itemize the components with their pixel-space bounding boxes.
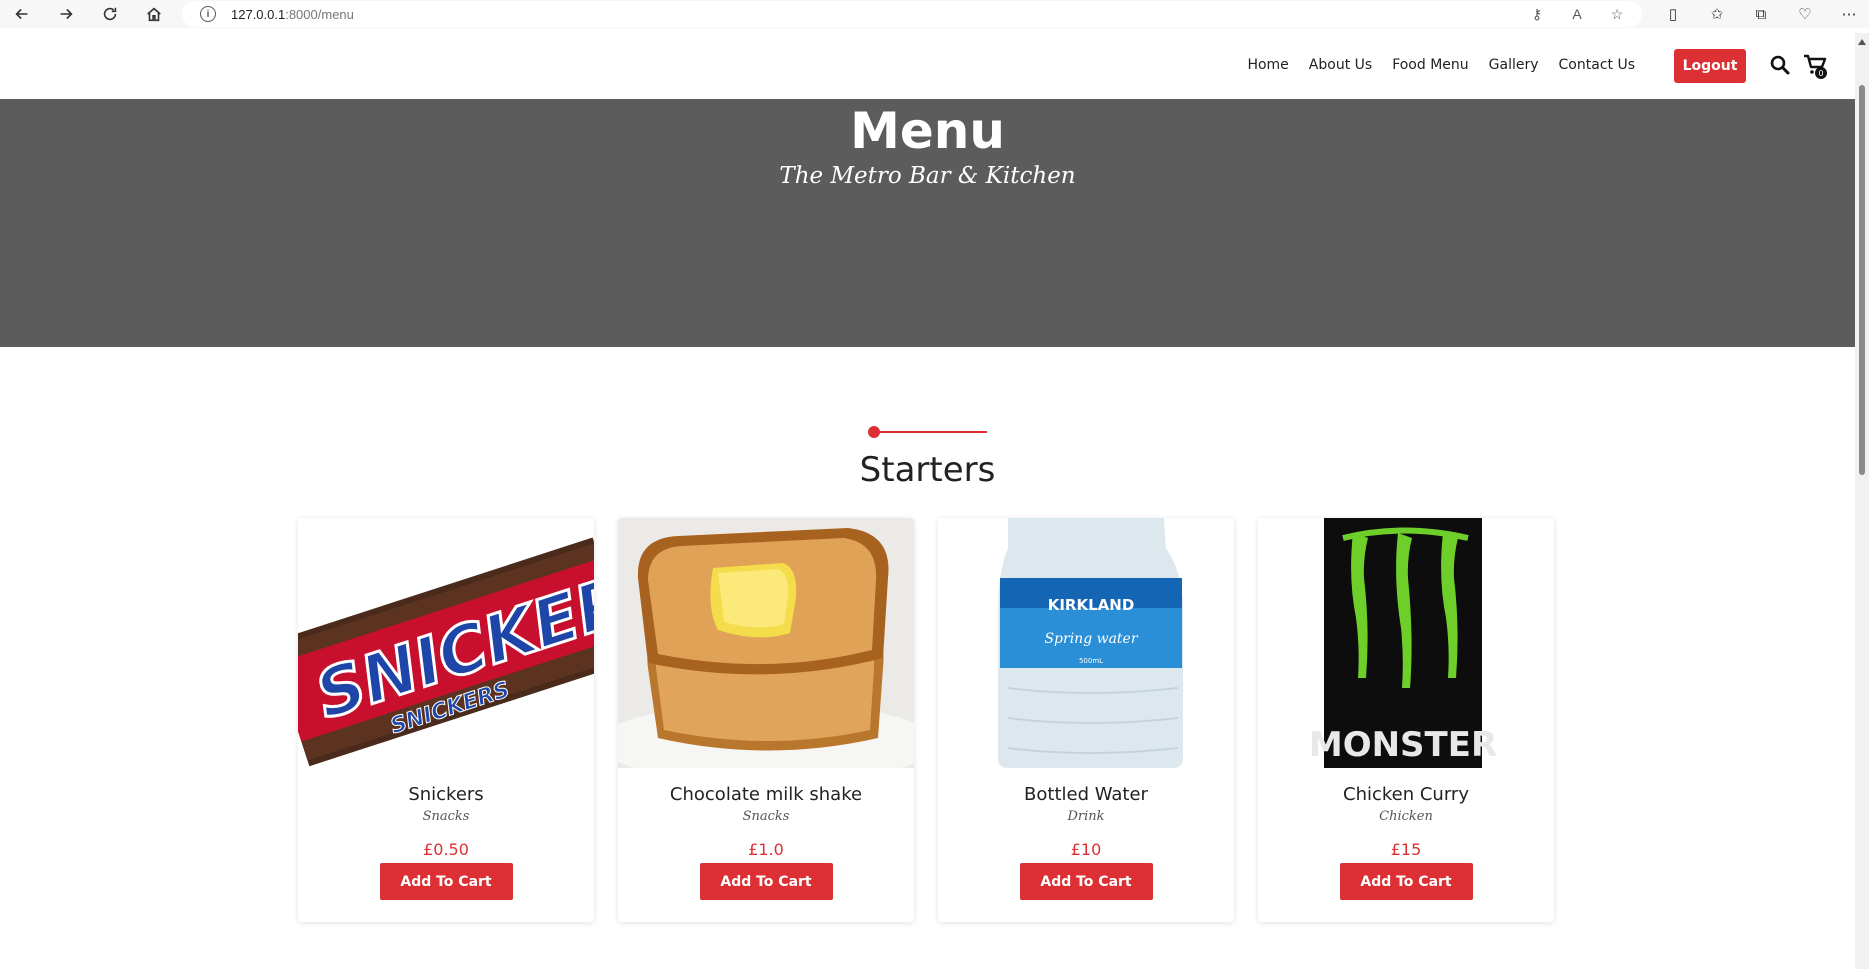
buttered-toast-image [618,518,914,768]
nav-about-us[interactable]: About Us [1299,55,1382,75]
product-card: SNICKERS SNICKERS Snickers Snacks £0.50 … [298,518,594,922]
nav-gallery[interactable]: Gallery [1479,55,1549,75]
cart-count-badge: 0 [1815,67,1827,79]
product-card: MONSTER Chicken Curry Chicken £15 Add To… [1258,518,1554,922]
scroll-up-arrow-icon[interactable] [1858,39,1866,45]
page-title: Menu [850,102,1005,160]
product-price: £15 [1390,840,1422,859]
home-button[interactable] [132,0,176,28]
collections-icon[interactable]: ⧉ [1751,4,1771,24]
main-nav: Home About Us Food Menu Gallery Contact … [1237,55,1645,75]
logout-button[interactable]: Logout [1674,49,1746,83]
section-divider-decoration [868,426,987,438]
svg-text:MONSTER: MONSTER [1309,725,1497,765]
add-to-cart-button[interactable]: Add To Cart [699,863,833,900]
reload-icon [103,7,117,21]
svg-text:Spring water: Spring water [1044,631,1138,647]
monster-can-image: MONSTER [1258,518,1554,768]
back-button[interactable] [0,0,44,28]
scrollbar-thumb[interactable] [1859,85,1865,475]
split-screen-icon[interactable]: ▯ [1663,4,1683,24]
read-aloud-icon[interactable]: A [1568,5,1586,23]
extensions-icon[interactable]: ♡ [1795,4,1815,24]
add-to-cart-button[interactable]: Add To Cart [379,863,513,900]
product-price: £10 [1070,840,1102,859]
product-name: Chicken Curry [1343,784,1469,805]
page-subtitle: The Metro Bar & Kitchen [779,163,1076,189]
product-category: Chicken [1379,809,1433,824]
product-name: Chocolate milk shake [669,784,863,805]
nav-home[interactable]: Home [1237,55,1298,75]
add-to-cart-button[interactable]: Add To Cart [1019,863,1153,900]
home-icon [147,7,161,22]
product-grid: SNICKERS SNICKERS Snickers Snacks £0.50 … [298,518,1554,922]
site-header: Home About Us Food Menu Gallery Contact … [0,33,1855,99]
product-price: £1.0 [748,840,784,859]
product-name: Bottled Water [1024,784,1148,805]
add-to-cart-button[interactable]: Add To Cart [1339,863,1473,900]
snickers-image: SNICKERS SNICKERS [298,518,594,768]
product-name: Snickers [408,784,484,805]
favorites-icon[interactable]: ✩ [1707,4,1727,24]
forward-arrow-icon [60,8,73,20]
page-scrollbar[interactable] [1855,33,1869,969]
section-title: Starters [859,450,996,490]
nav-food-menu[interactable]: Food Menu [1382,55,1478,75]
product-card: Chocolate milk shake Snacks £1.0 Add To … [618,518,914,922]
favorite-star-icon[interactable]: ☆ [1608,5,1626,23]
product-category: Snacks [422,809,470,824]
svg-text:KIRKLAND: KIRKLAND [1048,596,1135,614]
product-price: £0.50 [423,840,469,859]
reload-button[interactable] [88,0,132,28]
url-text: 127.0.0.1:8000/menu [231,6,354,22]
site-info-icon[interactable]: i [200,6,216,22]
address-bar[interactable]: i 127.0.0.1:8000/menu ⚷ A ☆ [182,1,1642,27]
search-icon[interactable] [1769,54,1791,76]
back-arrow-icon [15,8,28,20]
hero-banner: Menu The Metro Bar & Kitchen [0,99,1855,347]
product-card: KIRKLAND Spring water 500mL Bottled Wate… [938,518,1234,922]
key-icon[interactable]: ⚷ [1528,5,1546,23]
forward-button[interactable] [44,0,88,28]
svg-text:500mL: 500mL [1079,657,1103,665]
water-bottle-image: KIRKLAND Spring water 500mL [938,518,1234,768]
nav-contact-us[interactable]: Contact Us [1549,55,1645,75]
product-category: Drink [1067,809,1105,824]
product-category: Snacks [742,809,790,824]
browser-toolbar: i 127.0.0.1:8000/menu ⚷ A ☆ ▯ ✩ ⧉ ♡ ⋯ [0,0,1869,28]
more-menu-icon[interactable]: ⋯ [1839,4,1859,24]
